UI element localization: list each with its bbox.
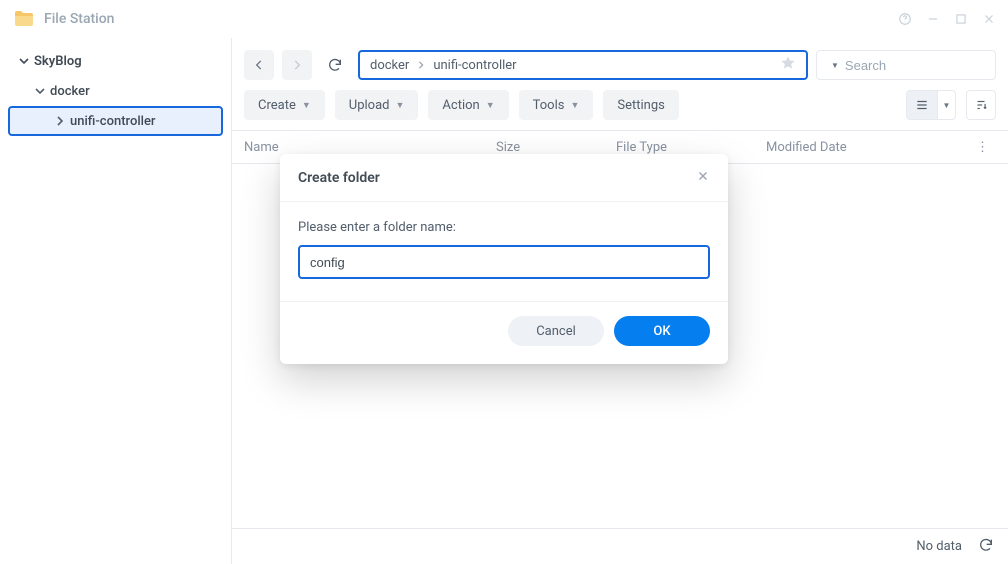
breadcrumb[interactable]: docker unifi-controller <box>358 50 808 80</box>
close-button[interactable] <box>982 12 996 26</box>
maximize-button[interactable] <box>954 12 968 26</box>
breadcrumb-segment[interactable]: docker <box>370 58 409 73</box>
window-title: File Station <box>44 11 114 27</box>
column-header-type[interactable]: File Type <box>616 140 766 155</box>
star-icon[interactable] <box>780 55 796 75</box>
button-label: Settings <box>617 98 664 113</box>
action-toolbar: Create ▼ Upload ▼ Action ▼ Tools ▼ Setti… <box>232 86 1008 130</box>
button-label: Tools <box>533 98 565 113</box>
create-button[interactable]: Create ▼ <box>244 90 325 120</box>
dialog-close-button[interactable] <box>696 168 710 187</box>
search-input[interactable] <box>845 58 1008 73</box>
chevron-down-icon: ▼ <box>302 100 311 111</box>
dialog-prompt: Please enter a folder name: <box>298 220 710 235</box>
window-titlebar: File Station <box>0 0 1008 38</box>
create-folder-dialog: Create folder Please enter a folder name… <box>280 154 728 364</box>
upload-button[interactable]: Upload ▼ <box>335 90 419 120</box>
action-button[interactable]: Action ▼ <box>428 90 508 120</box>
chevron-down-icon[interactable]: ▼ <box>831 61 839 70</box>
tree-root-label: SkyBlog <box>34 54 82 69</box>
ok-button[interactable]: OK <box>614 316 710 346</box>
column-options-button[interactable]: ⋮ <box>976 140 996 155</box>
view-mode-group: ▼ <box>906 90 956 120</box>
view-options-button[interactable]: ▼ <box>937 91 955 119</box>
column-header-size[interactable]: Size <box>496 140 616 155</box>
tree-item-label: docker <box>50 84 90 99</box>
chevron-down-icon <box>34 85 46 97</box>
tree-item-unifi-controller[interactable]: unifi-controller <box>8 106 223 136</box>
breadcrumb-segment[interactable]: unifi-controller <box>433 58 516 73</box>
chevron-down-icon: ▼ <box>396 100 405 111</box>
sort-button[interactable] <box>966 90 996 120</box>
refresh-button[interactable] <box>320 50 350 80</box>
tools-button[interactable]: Tools ▼ <box>519 90 594 120</box>
tree-root[interactable]: SkyBlog <box>0 46 231 76</box>
list-view-button[interactable] <box>907 91 937 119</box>
sidebar: SkyBlog docker unifi-controller <box>0 38 232 564</box>
chevron-down-icon <box>18 55 30 67</box>
tree-item-label: unifi-controller <box>70 114 156 129</box>
forward-button[interactable] <box>282 50 312 80</box>
search-box[interactable]: ▼ <box>816 50 996 80</box>
dialog-title: Create folder <box>298 170 380 186</box>
settings-button[interactable]: Settings <box>603 90 678 120</box>
chevron-right-icon <box>417 58 425 73</box>
button-label: Upload <box>349 98 390 113</box>
cancel-button[interactable]: Cancel <box>508 316 604 346</box>
folder-icon <box>12 7 36 31</box>
tree-item-docker[interactable]: docker <box>0 76 231 106</box>
button-label: Action <box>442 98 479 113</box>
chevron-down-icon: ▼ <box>570 100 579 111</box>
help-button[interactable] <box>898 12 912 26</box>
button-label: OK <box>653 324 670 339</box>
folder-name-input[interactable] <box>298 245 710 279</box>
chevron-right-icon <box>54 115 66 127</box>
minimize-button[interactable] <box>926 12 940 26</box>
button-label: Cancel <box>536 324 576 339</box>
status-refresh-button[interactable] <box>978 537 994 557</box>
navigation-toolbar: docker unifi-controller ▼ <box>232 38 1008 86</box>
chevron-down-icon: ▼ <box>486 100 495 111</box>
column-header-name[interactable]: Name <box>244 140 496 155</box>
status-bar: No data <box>232 528 1008 564</box>
back-button[interactable] <box>244 50 274 80</box>
button-label: Create <box>258 98 296 113</box>
column-header-date[interactable]: Modified Date <box>766 140 976 155</box>
status-text: No data <box>916 539 962 554</box>
